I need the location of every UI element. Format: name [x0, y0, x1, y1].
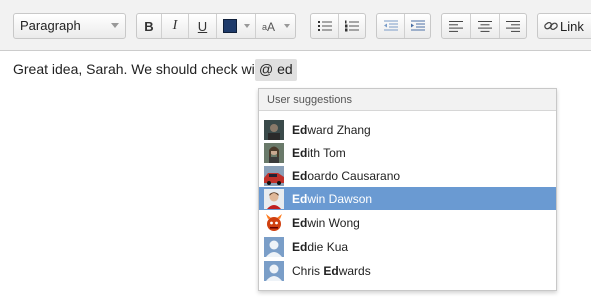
chevron-down-icon [283, 24, 290, 28]
text-style-icon: a A [262, 20, 275, 33]
numbered-list-icon [345, 20, 359, 32]
suggestion-item[interactable]: Eddie Kua [259, 235, 556, 258]
chevron-down-icon [111, 23, 119, 28]
align-center-button[interactable] [471, 14, 499, 38]
user-suggestions-header: User suggestions [259, 89, 556, 111]
indent-button[interactable] [405, 14, 430, 38]
suggestion-item[interactable]: Edith Tom [259, 141, 556, 164]
avatar-photo-dark [264, 120, 284, 140]
indent-group [376, 13, 431, 39]
color-swatch-icon [222, 19, 237, 33]
avatar-photo-car [264, 166, 284, 186]
paragraph-format-value: Paragraph [20, 18, 81, 33]
mention-at-symbol: @ [259, 61, 274, 77]
chevron-down-icon [243, 24, 250, 28]
bullet-list-button[interactable] [311, 14, 338, 38]
align-left-icon [449, 20, 463, 32]
suggestion-name: Edward Zhang [292, 123, 371, 137]
mention-query: ed [277, 61, 293, 77]
align-center-icon [478, 20, 492, 32]
editor-body-text[interactable]: Great idea, Sarah. We should check with [13, 61, 266, 77]
text-style-button[interactable]: a A [256, 14, 295, 38]
avatar-default-user-icon [264, 261, 284, 281]
suggestion-item[interactable]: Chris Edwards [259, 259, 556, 282]
underline-button[interactable]: U [189, 14, 216, 38]
suggestion-name: Edith Tom [292, 146, 346, 160]
svg-text:A: A [267, 20, 275, 33]
indent-icon [410, 20, 425, 31]
bold-button[interactable]: B [137, 14, 161, 38]
italic-button[interactable]: I [162, 14, 188, 38]
user-suggestions-popup: User suggestions Edward Zhang Edith Tom … [258, 88, 557, 291]
avatar-default-user-icon [264, 237, 284, 257]
text-color-button[interactable] [217, 14, 255, 38]
outdent-button[interactable] [377, 14, 404, 38]
suggestion-item[interactable]: Edward Zhang [259, 118, 556, 141]
suggestion-name: Edoardo Causarano [292, 169, 401, 183]
paragraph-format-select[interactable]: Paragraph [13, 13, 126, 39]
suggestion-item[interactable]: Edoardo Causarano [259, 164, 556, 187]
outdent-icon [383, 20, 398, 31]
avatar-photo-man [264, 189, 284, 209]
suggestion-name: Edwin Wong [292, 216, 360, 230]
bullet-list-icon [317, 21, 332, 31]
suggestion-name: Eddie Kua [292, 240, 349, 254]
avatar-photo-woman [264, 143, 284, 163]
align-left-button[interactable] [442, 14, 470, 38]
text-format-group: B I U a A [136, 13, 296, 39]
suggestion-name: Chris Edwards [292, 264, 371, 278]
suggestion-item[interactable]: Edwin Wong [259, 211, 556, 234]
suggestion-item-selected[interactable]: Edwin Dawson [259, 187, 556, 210]
avatar-monster-icon [264, 213, 284, 233]
align-group [441, 13, 527, 39]
mention-token[interactable]: @ ed [255, 59, 297, 81]
editor-toolbar: Paragraph B I U a A Link [0, 0, 591, 51]
numbered-list-button[interactable] [339, 14, 365, 38]
align-right-button[interactable] [500, 14, 526, 38]
link-button[interactable]: Link [537, 13, 591, 39]
link-icon [543, 14, 559, 38]
align-right-icon [506, 20, 520, 32]
link-label: Link [560, 18, 584, 34]
list-group [310, 13, 366, 39]
suggestion-name: Edwin Dawson [292, 192, 373, 206]
